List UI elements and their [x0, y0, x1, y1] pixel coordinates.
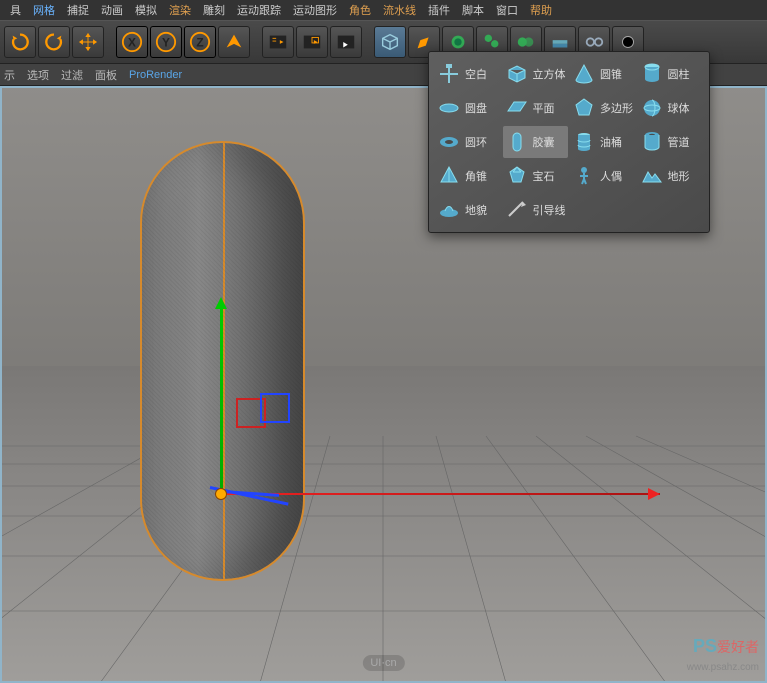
undo-button[interactable] — [4, 26, 36, 58]
primitive-icon — [572, 96, 596, 120]
primitive-icon — [437, 62, 461, 86]
submenu-item[interactable]: ProRender — [129, 69, 182, 81]
primitive-icon — [640, 62, 664, 86]
primitive-icon — [437, 130, 461, 154]
menu-item[interactable]: 网格 — [27, 2, 61, 18]
watermark-center: UI·cn — [362, 655, 404, 671]
primitive-圆锥[interactable]: 圆锥 — [570, 58, 636, 90]
primitive-icon — [505, 96, 529, 120]
menu-item[interactable]: 捕捉 — [61, 2, 95, 18]
primitive-label: 引导线 — [533, 202, 567, 218]
primitive-立方体[interactable]: 立方体 — [503, 58, 569, 90]
primitive-label: 圆锥 — [600, 66, 634, 82]
svg-text:Z: Z — [196, 36, 203, 50]
primitive-label: 地形 — [668, 168, 702, 184]
render-button[interactable] — [262, 26, 294, 58]
primitive-label: 空白 — [465, 66, 499, 82]
primitive-label: 多边形 — [600, 100, 634, 116]
primitive-label: 立方体 — [533, 66, 567, 82]
menu-item[interactable]: 角色 — [343, 2, 377, 18]
primitive-label: 平面 — [533, 100, 567, 116]
primitive-label: 管道 — [668, 134, 702, 150]
menu-item[interactable]: 帮助 — [524, 2, 558, 18]
primitive-button[interactable] — [374, 26, 406, 58]
primitive-圆柱[interactable]: 圆柱 — [638, 58, 704, 90]
svg-text:X: X — [128, 36, 136, 50]
primitive-label: 圆环 — [465, 134, 499, 150]
menu-item[interactable]: 模拟 — [129, 2, 163, 18]
primitive-icon — [437, 96, 461, 120]
primitive-icon — [572, 164, 596, 188]
submenu-item[interactable]: 过滤 — [61, 67, 83, 83]
menu-item[interactable]: 运动图形 — [287, 2, 343, 18]
primitives-popup: 空白 立方体 圆锥 圆柱圆盘 平面 多边形 球体圆环 胶囊 油桶 管道角锥 宝石 人偶 地形地貌 引导线 — [428, 51, 710, 233]
render-region-button[interactable] — [296, 26, 328, 58]
gizmo-plane-icon[interactable] — [260, 393, 290, 423]
menu-item[interactable]: 渲染 — [163, 2, 197, 18]
primitive-icon — [437, 164, 461, 188]
primitive-空白[interactable]: 空白 — [435, 58, 501, 90]
primitive-label: 油桶 — [600, 134, 634, 150]
primitive-圆环[interactable]: 圆环 — [435, 126, 501, 158]
primitive-地形[interactable]: 地形 — [638, 160, 704, 192]
primitive-label: 人偶 — [600, 168, 634, 184]
primitive-icon — [640, 96, 664, 120]
primitive-label: 球体 — [668, 100, 702, 116]
origin-icon[interactable] — [215, 488, 227, 500]
primitive-label: 圆柱 — [668, 66, 702, 82]
primitive-地貌[interactable]: 地貌 — [435, 194, 501, 226]
svg-text:Y: Y — [162, 36, 170, 50]
submenu-item[interactable]: 示 — [4, 67, 15, 83]
primitive-胶囊[interactable]: 胶囊 — [503, 126, 569, 158]
axis-x-icon — [220, 493, 660, 495]
axis-y-icon — [220, 301, 223, 496]
primitive-icon — [572, 62, 596, 86]
primitive-icon — [640, 130, 664, 154]
axis-y-button[interactable]: Y — [150, 26, 182, 58]
primitive-icon — [505, 62, 529, 86]
primitive-label: 圆盘 — [465, 100, 499, 116]
primitive-label: 地貌 — [465, 202, 499, 218]
watermark-corner: PS爱好者 www.psahz.com — [687, 636, 759, 675]
primitive-icon — [505, 164, 529, 188]
primitive-平面[interactable]: 平面 — [503, 92, 569, 124]
axis-z-button[interactable]: Z — [184, 26, 216, 58]
primitive-引导线[interactable]: 引导线 — [503, 194, 569, 226]
primitive-label: 胶囊 — [533, 134, 567, 150]
primitive-圆盘[interactable]: 圆盘 — [435, 92, 501, 124]
render-settings-button[interactable] — [330, 26, 362, 58]
menu-item[interactable]: 窗口 — [490, 2, 524, 18]
submenu-item[interactable]: 选项 — [27, 67, 49, 83]
primitive-icon — [640, 164, 664, 188]
menu-item[interactable]: 具 — [4, 2, 27, 18]
primitive-icon — [505, 198, 529, 222]
primitive-油桶[interactable]: 油桶 — [570, 126, 636, 158]
move-button[interactable] — [72, 26, 104, 58]
primitive-icon — [437, 198, 461, 222]
primitive-宝石[interactable]: 宝石 — [503, 160, 569, 192]
primitive-label: 角锥 — [465, 168, 499, 184]
primitive-label: 宝石 — [533, 168, 567, 184]
primitive-球体[interactable]: 球体 — [638, 92, 704, 124]
primitive-角锥[interactable]: 角锥 — [435, 160, 501, 192]
menu-item[interactable]: 插件 — [422, 2, 456, 18]
primitive-管道[interactable]: 管道 — [638, 126, 704, 158]
menu-item[interactable]: 运动跟踪 — [231, 2, 287, 18]
primitive-多边形[interactable]: 多边形 — [570, 92, 636, 124]
primitive-icon — [505, 130, 529, 154]
main-menubar: 具 网格 捕捉 动画 模拟 渲染 雕刻 运动跟踪 运动图形 角色 流水线 插件 … — [0, 0, 767, 20]
menu-item[interactable]: 脚本 — [456, 2, 490, 18]
primitive-人偶[interactable]: 人偶 — [570, 160, 636, 192]
axis-x-button[interactable]: X — [116, 26, 148, 58]
menu-item[interactable]: 流水线 — [377, 2, 422, 18]
menu-item[interactable]: 雕刻 — [197, 2, 231, 18]
coord-button[interactable] — [218, 26, 250, 58]
redo-button[interactable] — [38, 26, 70, 58]
submenu-item[interactable]: 面板 — [95, 67, 117, 83]
primitive-icon — [572, 130, 596, 154]
menu-item[interactable]: 动画 — [95, 2, 129, 18]
